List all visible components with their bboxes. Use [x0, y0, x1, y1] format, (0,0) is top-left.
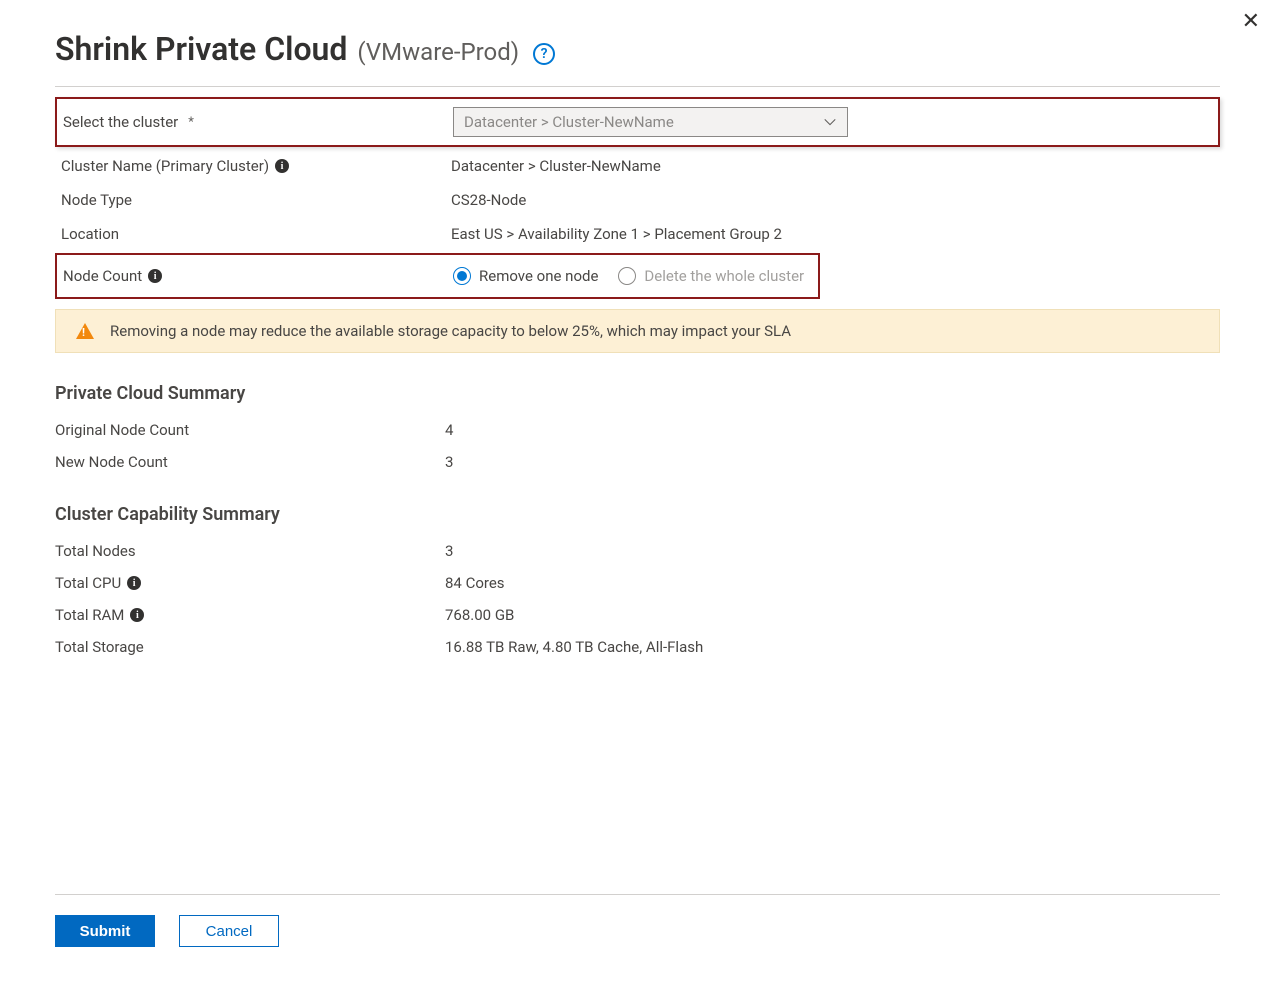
radio-circle-icon [453, 267, 471, 285]
new-node-count-label: New Node Count [55, 453, 445, 471]
info-icon[interactable]: i [275, 159, 289, 173]
total-nodes-row: Total Nodes 3 [55, 535, 1220, 567]
radio-remove-one-node[interactable]: Remove one node [453, 267, 598, 285]
cluster-dropdown[interactable]: Datacenter > Cluster-NewName [453, 107, 848, 137]
location-row: Location East US > Availability Zone 1 >… [61, 217, 1214, 251]
help-icon[interactable]: ? [533, 43, 555, 65]
info-icon[interactable]: i [130, 608, 144, 622]
close-button[interactable]: ✕ [1242, 10, 1260, 32]
total-nodes-value: 3 [445, 542, 453, 560]
radio-delete-whole-cluster[interactable]: Delete the whole cluster [618, 267, 804, 285]
select-cluster-label: Select the cluster [63, 113, 453, 131]
cluster-name-row: Cluster Name (Primary Cluster) i Datacen… [61, 149, 1214, 183]
total-ram-row: Total RAM i 768.00 GB [55, 599, 1220, 631]
radio-remove-one-label: Remove one node [479, 267, 598, 285]
node-type-label: Node Type [61, 191, 451, 209]
cluster-name-label: Cluster Name (Primary Cluster) i [61, 157, 451, 175]
node-count-label: Node Count i [63, 267, 453, 285]
radio-circle-icon [618, 267, 636, 285]
new-node-count-row: New Node Count 3 [55, 446, 1220, 478]
node-count-highlight: Node Count i Remove one node Delete the … [55, 253, 820, 299]
header-divider [55, 86, 1220, 87]
cluster-dropdown-value: Datacenter > Cluster-NewName [464, 113, 674, 131]
footer-divider [55, 894, 1220, 895]
cluster-capability-title: Cluster Capability Summary [55, 504, 1220, 525]
total-cpu-row: Total CPU i 84 Cores [55, 567, 1220, 599]
cluster-name-value: Datacenter > Cluster-NewName [451, 157, 661, 175]
total-cpu-value: 84 Cores [445, 574, 505, 592]
page-subtitle: (VMware-Prod) [357, 38, 519, 66]
footer: Submit Cancel [55, 894, 1220, 947]
warning-banner: Removing a node may reduce the available… [55, 309, 1220, 353]
total-cpu-label: Total CPU i [55, 574, 445, 592]
chevron-down-icon [823, 115, 837, 129]
total-ram-value: 768.00 GB [445, 606, 514, 624]
total-storage-value: 16.88 TB Raw, 4.80 TB Cache, All-Flash [445, 638, 703, 656]
submit-button[interactable]: Submit [55, 915, 155, 947]
warning-icon [76, 323, 94, 339]
location-value: East US > Availability Zone 1 > Placemen… [451, 225, 782, 243]
info-icon[interactable]: i [127, 576, 141, 590]
select-cluster-row: Select the cluster Datacenter > Cluster-… [63, 99, 1212, 145]
total-storage-label: Total Storage [55, 638, 445, 656]
private-cloud-summary-title: Private Cloud Summary [55, 383, 1220, 404]
total-nodes-label: Total Nodes [55, 542, 445, 560]
page-header: Shrink Private Cloud (VMware-Prod) ? [55, 30, 1220, 68]
button-row: Submit Cancel [55, 915, 1220, 947]
node-type-row: Node Type CS28-Node [61, 183, 1214, 217]
page-title: Shrink Private Cloud [55, 30, 347, 68]
info-icon[interactable]: i [148, 269, 162, 283]
node-type-value: CS28-Node [451, 191, 526, 209]
select-cluster-highlight: Select the cluster Datacenter > Cluster-… [55, 97, 1220, 147]
radio-delete-whole-label: Delete the whole cluster [644, 267, 804, 285]
location-label: Location [61, 225, 451, 243]
cancel-button[interactable]: Cancel [179, 915, 279, 947]
original-node-count-label: Original Node Count [55, 421, 445, 439]
close-icon: ✕ [1242, 8, 1260, 33]
original-node-count-row: Original Node Count 4 [55, 414, 1220, 446]
total-storage-row: Total Storage 16.88 TB Raw, 4.80 TB Cach… [55, 631, 1220, 663]
new-node-count-value: 3 [445, 453, 453, 471]
node-count-radio-group: Remove one node Delete the whole cluster [453, 267, 804, 285]
total-ram-label: Total RAM i [55, 606, 445, 624]
warning-text: Removing a node may reduce the available… [110, 322, 791, 340]
original-node-count-value: 4 [445, 421, 453, 439]
node-count-row: Node Count i Remove one node Delete the … [63, 259, 812, 293]
